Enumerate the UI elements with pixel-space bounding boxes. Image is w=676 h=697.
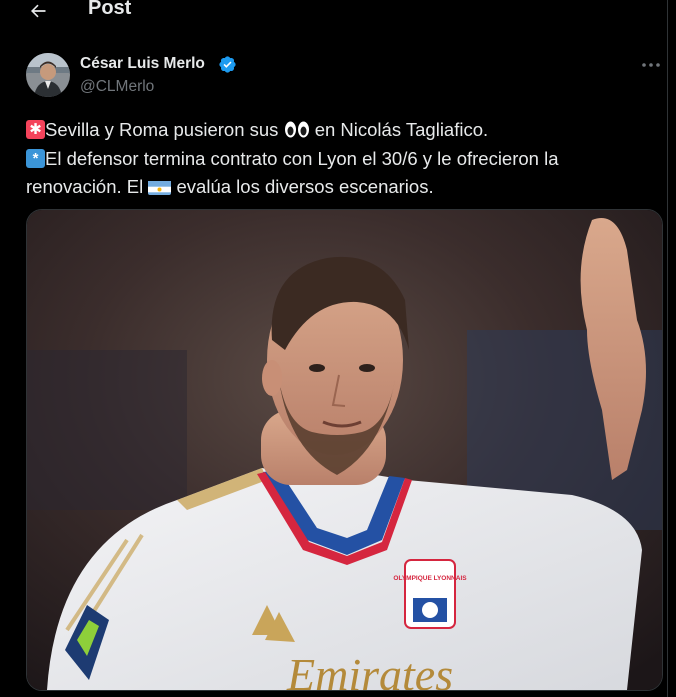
more-dots-icon — [642, 63, 660, 67]
author-name[interactable]: César Luis Merlo — [80, 55, 205, 73]
more-options-button[interactable] — [638, 55, 664, 75]
back-button[interactable] — [21, 0, 55, 28]
post-line-1: ✱ Sevilla y Roma pusieron sus en Nicolás … — [26, 116, 651, 145]
post-line-2: * El defensor termina contrato con Lyon e… — [26, 145, 651, 174]
author-handle[interactable]: @CLMerlo — [80, 78, 154, 96]
page-title: Post — [88, 0, 132, 19]
eyes-emoji — [284, 121, 309, 138]
jersey-sponsor-text: Emirates — [286, 649, 453, 690]
argentina-flag-emoji — [148, 178, 172, 195]
arrow-left-icon — [31, 4, 46, 18]
footballer-photo: OLYMPIQUE LYONNAIS Emirates — [27, 210, 662, 690]
club-badge-text: OLYMPIQUE LYONNAIS — [393, 575, 467, 582]
post-media-photo[interactable]: OLYMPIQUE LYONNAIS Emirates — [26, 209, 663, 691]
post-line-2-text: El defensor termina contrato con Lyon el… — [45, 147, 559, 169]
column-divider — [667, 0, 668, 697]
post-line-1-text-a: Sevilla y Roma pusieron sus — [45, 119, 279, 140]
avatar-photo — [26, 53, 70, 97]
avatar[interactable] — [26, 53, 70, 97]
verified-badge-icon — [219, 56, 236, 73]
post-line-3-text-b: evalúa los diversos escenarios. — [176, 176, 434, 197]
police-siren-emoji: ✱ — [26, 120, 45, 139]
post-line-3-text-a: renovación. El — [26, 176, 144, 197]
post-line-1-text-b: en Nicolás Tagliafico. — [314, 119, 489, 140]
post-header: Post — [0, 0, 668, 28]
post-line-3: renovación. El evalúa los diversos escen… — [26, 173, 651, 202]
asterisk-emoji: * — [26, 148, 45, 168]
post-text: ✱ Sevilla y Roma pusieron sus en Nicolás … — [26, 116, 651, 202]
